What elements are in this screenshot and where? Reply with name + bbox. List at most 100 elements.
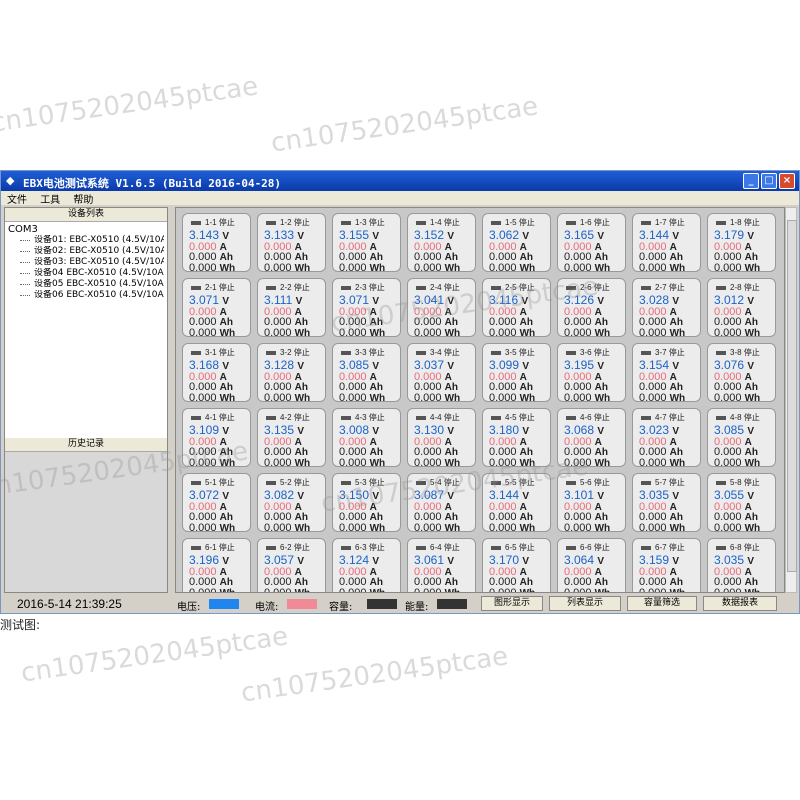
- channel-cell[interactable]: 6-4 停止3.061 V0.000 A0.000 Ah0.000 Wh: [407, 538, 476, 592]
- voltage-value: 3.154 V: [639, 358, 680, 372]
- channel-header: 2-3 停止: [341, 282, 385, 293]
- channel-cell[interactable]: 1-2 停止 3.133 V 0.000 A 0.000 Ah 0.000 Wh: [257, 213, 326, 274]
- channel-cell[interactable]: 3-8 停止 3.076 V 0.000 A 0.000 Ah 0.000 Wh: [707, 343, 776, 404]
- energy-value: 0.000 Wh: [564, 587, 610, 592]
- channel-status-icon: [641, 350, 651, 355]
- scrollbar-thumb[interactable]: [787, 220, 797, 572]
- channel-cell[interactable]: 4-5 停止 3.180 V 0.000 A 0.000 Ah 0.000 Wh: [482, 408, 551, 469]
- channel-cell[interactable]: 1-3 停止 3.155 V 0.000 A 0.000 Ah 0.000 Wh: [332, 213, 401, 274]
- title-bar[interactable]: ◆ EBX电池测试系统 V1.6.5 (Build 2016-04-28) _ …: [1, 171, 799, 191]
- channel-cell[interactable]: 5-5 停止 3.144 V 0.000 A 0.000 Ah 0.000 Wh: [482, 473, 551, 534]
- energy-unit: Wh: [444, 523, 461, 534]
- channel-cell[interactable]: 1-8 停止 3.179 V 0.000 A 0.000 Ah 0.000 Wh: [707, 213, 776, 274]
- channel-cell[interactable]: 2-7 停止 3.028 V 0.000 A 0.000 Ah 0.000 Wh: [632, 278, 701, 339]
- channel-cell[interactable]: 6-2 停止3.057 V0.000 A0.000 Ah0.000 Wh: [257, 538, 326, 592]
- energy-value: 0.000 Wh: [339, 392, 386, 404]
- energy-value: 0.000 Wh: [714, 262, 761, 274]
- channel-cell[interactable]: 1-7 停止 3.144 V 0.000 A 0.000 Ah 0.000 Wh: [632, 213, 701, 274]
- channel-status-icon: [641, 545, 651, 550]
- tree-device[interactable]: 设备04 EBC-X0510 (4.5V/10A: [8, 268, 164, 279]
- channel-cell[interactable]: 2-1 停止 3.071 V 0.000 A 0.000 Ah 0.000 Wh: [182, 278, 251, 339]
- menu-tools[interactable]: 工具: [40, 191, 60, 206]
- channel-cell[interactable]: 5-8 停止 3.055 V 0.000 A 0.000 Ah 0.000 Wh: [707, 473, 776, 534]
- list-view-button[interactable]: 列表显示: [549, 596, 621, 611]
- channel-cell[interactable]: 5-2 停止 3.082 V 0.000 A 0.000 Ah 0.000 Wh: [257, 473, 326, 534]
- energy-value: 0.000 Wh: [414, 522, 461, 534]
- channel-cell[interactable]: 2-5 停止 3.116 V 0.000 A 0.000 Ah 0.000 Wh: [482, 278, 551, 339]
- channel-cell[interactable]: 3-6 停止 3.195 V 0.000 A 0.000 Ah 0.000 Wh: [557, 343, 626, 404]
- voltage-value: 3.082 V: [264, 488, 305, 502]
- channel-cell[interactable]: 5-7 停止 3.035 V 0.000 A 0.000 Ah 0.000 Wh: [632, 473, 701, 534]
- channel-cell[interactable]: 6-8 停止3.035 V0.000 A0.000 Ah0.000 Wh: [707, 538, 776, 592]
- channel-header: 6-5 停止: [491, 542, 535, 553]
- minimize-button[interactable]: _: [743, 173, 759, 189]
- channel-cell[interactable]: 5-4 停止 3.087 V 0.000 A 0.000 Ah 0.000 Wh: [407, 473, 476, 534]
- channel-cell[interactable]: 3-1 停止 3.168 V 0.000 A 0.000 Ah 0.000 Wh: [182, 343, 251, 404]
- channel-cell[interactable]: 3-3 停止 3.085 V 0.000 A 0.000 Ah 0.000 Wh: [332, 343, 401, 404]
- voltage-value: 3.144 V: [489, 488, 530, 502]
- channel-cell[interactable]: 6-5 停止3.170 V0.000 A0.000 Ah0.000 Wh: [482, 538, 551, 592]
- history-panel[interactable]: [5, 452, 167, 592]
- channel-status: 停止: [743, 218, 760, 227]
- channel-cell[interactable]: 2-2 停止 3.111 V 0.000 A 0.000 Ah 0.000 Wh: [257, 278, 326, 339]
- channel-cell[interactable]: 3-5 停止 3.099 V 0.000 A 0.000 Ah 0.000 Wh: [482, 343, 551, 404]
- channel-cell[interactable]: 1-4 停止 3.152 V 0.000 A 0.000 Ah 0.000 Wh: [407, 213, 476, 274]
- device-tree: COM3 设备01: EBC-X0510 (4.5V/10A 设备02: EBC…: [5, 222, 167, 444]
- capacity-filter-button[interactable]: 容量筛选: [627, 596, 697, 611]
- channel-cell[interactable]: 4-2 停止 3.135 V 0.000 A 0.000 Ah 0.000 Wh: [257, 408, 326, 469]
- voltage-value: 3.165 V: [564, 228, 605, 242]
- tree-device[interactable]: 设备05 EBC-X0510 (4.5V/10A: [8, 279, 164, 290]
- channel-cell[interactable]: 1-1 停止 3.143 V 0.000 A 0.000 Ah 0.000 Wh: [182, 213, 251, 274]
- channel-status-icon: [716, 545, 726, 550]
- energy-value: 0.000 Wh: [189, 262, 236, 274]
- channel-cell[interactable]: 2-4 停止 3.041 V 0.000 A 0.000 Ah 0.000 Wh: [407, 278, 476, 339]
- channel-id: 3-4: [430, 348, 442, 357]
- channel-header: 5-6 停止: [566, 477, 610, 488]
- channel-cell[interactable]: 6-3 停止3.124 V0.000 A0.000 Ah0.000 Wh: [332, 538, 401, 592]
- tree-device[interactable]: 设备06 EBC-X0510 (4.5V/10A: [8, 290, 164, 301]
- channel-cell[interactable]: 4-1 停止 3.109 V 0.000 A 0.000 Ah 0.000 Wh: [182, 408, 251, 469]
- channel-cell[interactable]: 6-6 停止3.064 V0.000 A0.000 Ah0.000 Wh: [557, 538, 626, 592]
- channel-cell[interactable]: 5-1 停止 3.072 V 0.000 A 0.000 Ah 0.000 Wh: [182, 473, 251, 534]
- channel-cell[interactable]: 4-8 停止 3.085 V 0.000 A 0.000 Ah 0.000 Wh: [707, 408, 776, 469]
- graph-view-button[interactable]: 图形显示: [481, 596, 543, 611]
- channel-cell[interactable]: 6-1 停止3.196 V0.000 A0.000 Ah0.000 Wh: [182, 538, 251, 592]
- energy-value: 0.000 Wh: [264, 522, 311, 534]
- energy-value: 0.000 Wh: [414, 327, 461, 339]
- channel-status-icon: [266, 350, 276, 355]
- channel-id: 6-2: [280, 543, 292, 552]
- channel-cell[interactable]: 3-4 停止 3.037 V 0.000 A 0.000 Ah 0.000 Wh: [407, 343, 476, 404]
- energy-unit: Wh: [444, 458, 461, 469]
- channel-cell[interactable]: 1-5 停止 3.062 V 0.000 A 0.000 Ah 0.000 Wh: [482, 213, 551, 274]
- channel-cell[interactable]: 5-6 停止 3.101 V 0.000 A 0.000 Ah 0.000 Wh: [557, 473, 626, 534]
- channel-id: 2-3: [355, 283, 367, 292]
- channel-cell[interactable]: 4-6 停止 3.068 V 0.000 A 0.000 Ah 0.000 Wh: [557, 408, 626, 469]
- channel-status-icon: [641, 415, 651, 420]
- channel-status: 停止: [293, 478, 310, 487]
- channel-header: 1-2 停止: [266, 217, 310, 228]
- vertical-scrollbar[interactable]: [785, 207, 797, 593]
- data-report-button[interactable]: 数据报表: [703, 596, 777, 611]
- channel-cell[interactable]: 2-3 停止 3.071 V 0.000 A 0.000 Ah 0.000 Wh: [332, 278, 401, 339]
- tree-device[interactable]: 设备03: EBC-X0510 (4.5V/10A: [8, 257, 164, 268]
- channel-cell[interactable]: 4-7 停止 3.023 V 0.000 A 0.000 Ah 0.000 Wh: [632, 408, 701, 469]
- menu-help[interactable]: 帮助: [73, 191, 93, 206]
- menu-file[interactable]: 文件: [7, 191, 27, 206]
- channel-header: 3-3 停止: [341, 347, 385, 358]
- channel-cell[interactable]: 3-2 停止 3.128 V 0.000 A 0.000 Ah 0.000 Wh: [257, 343, 326, 404]
- channel-status-icon: [266, 480, 276, 485]
- channel-cell[interactable]: 2-6 停止 3.126 V 0.000 A 0.000 Ah 0.000 Wh: [557, 278, 626, 339]
- tree-device[interactable]: 设备02: EBC-X0510 (4.5V/10A: [8, 246, 164, 257]
- tree-port-com3[interactable]: COM3: [8, 224, 164, 235]
- channel-cell[interactable]: 1-6 停止 3.165 V 0.000 A 0.000 Ah 0.000 Wh: [557, 213, 626, 274]
- energy-value: 0.000 Wh: [489, 327, 536, 339]
- channel-cell[interactable]: 5-3 停止 3.150 V 0.000 A 0.000 Ah 0.000 Wh: [332, 473, 401, 534]
- channel-cell[interactable]: 3-7 停止 3.154 V 0.000 A 0.000 Ah 0.000 Wh: [632, 343, 701, 404]
- channel-cell[interactable]: 6-7 停止3.159 V0.000 A0.000 Ah0.000 Wh: [632, 538, 701, 592]
- channel-cell[interactable]: 4-3 停止 3.008 V 0.000 A 0.000 Ah 0.000 Wh: [332, 408, 401, 469]
- channel-cell[interactable]: 2-8 停止 3.012 V 0.000 A 0.000 Ah 0.000 Wh: [707, 278, 776, 339]
- close-button[interactable]: ×: [779, 173, 795, 189]
- tree-device[interactable]: 设备01: EBC-X0510 (4.5V/10A: [8, 235, 164, 246]
- channel-cell[interactable]: 4-4 停止 3.130 V 0.000 A 0.000 Ah 0.000 Wh: [407, 408, 476, 469]
- maximize-button[interactable]: □: [761, 173, 777, 189]
